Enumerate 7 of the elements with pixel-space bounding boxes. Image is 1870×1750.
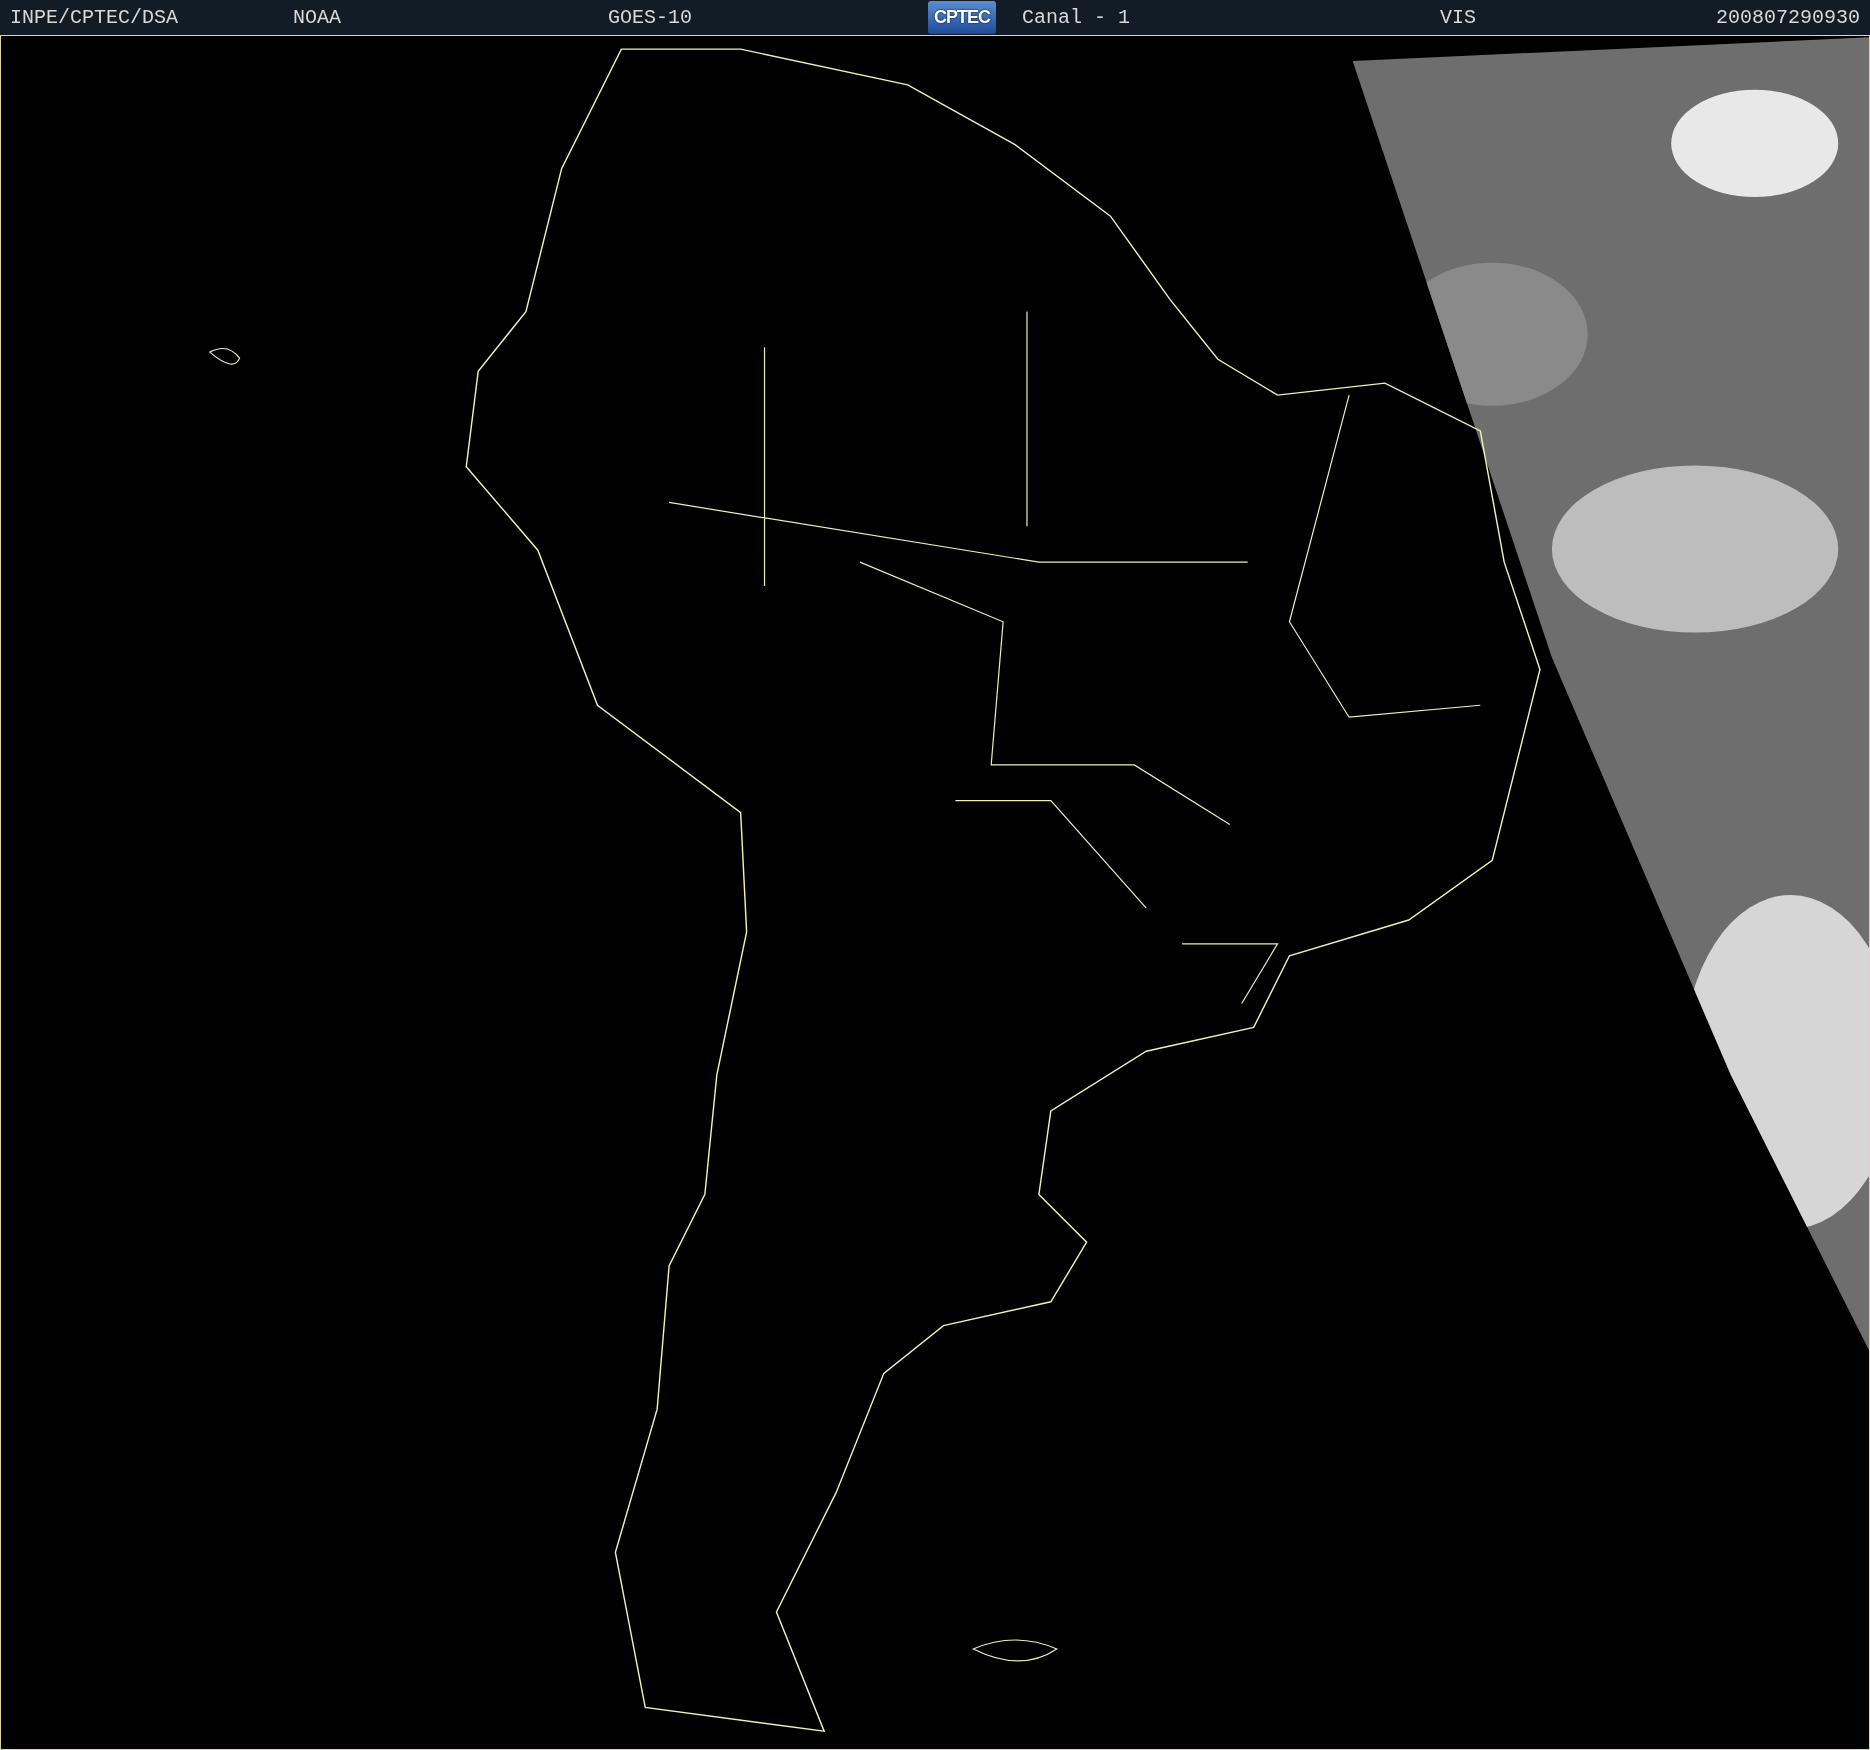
satellite-label: GOES-10 — [608, 4, 693, 31]
channel-label: Canal - 1 — [1021, 4, 1132, 31]
logo: CPTEC — [928, 1, 996, 34]
timestamp-label: 200807290930 — [1714, 4, 1860, 31]
agency-label: NOAA — [293, 4, 342, 31]
band-label: VIS — [1440, 4, 1477, 31]
source-label: INPE/CPTEC/DSA — [10, 4, 180, 31]
